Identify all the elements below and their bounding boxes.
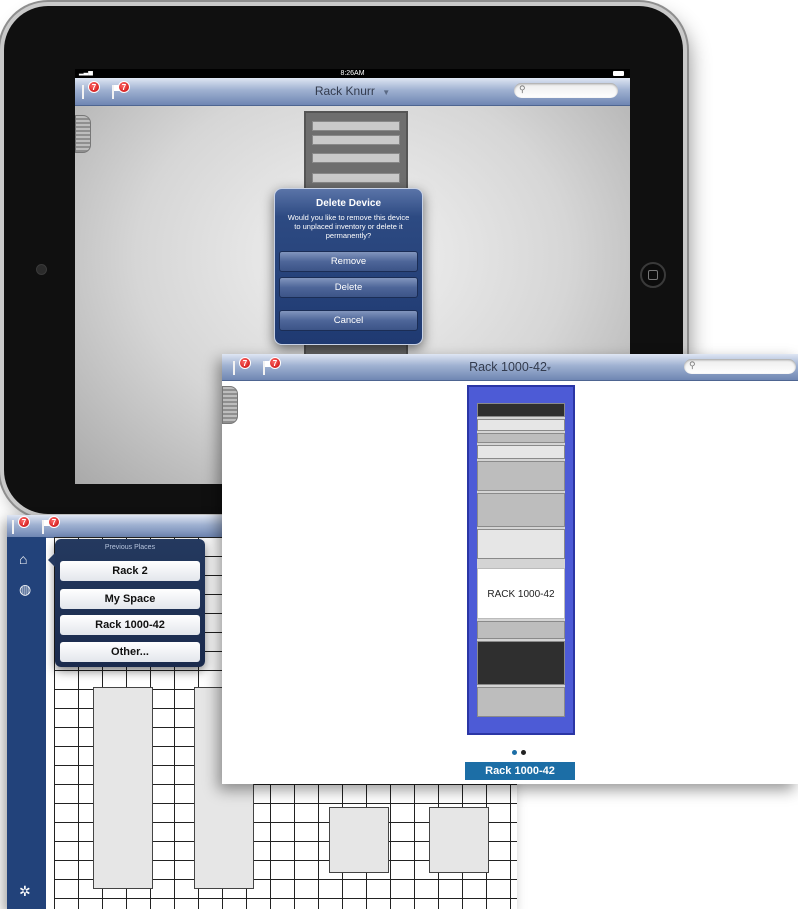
page-title: Rack Knurr xyxy=(314,84,375,98)
place-item-rack-2[interactable]: Rack 2 xyxy=(60,561,200,581)
place-item-rack-1000-42[interactable]: Rack 1000-42 xyxy=(60,615,200,635)
status-time: 8:26AM xyxy=(340,70,365,77)
status-bar: ▂▃▅ 8:26AM xyxy=(75,69,630,78)
previous-places-popover: Previous Places Rack 2 My Space Rack 100… xyxy=(48,539,205,667)
page-title: Rack 1000-42 xyxy=(469,360,547,374)
rack-device[interactable] xyxy=(477,403,565,417)
rack-device[interactable] xyxy=(477,621,565,639)
rack-device[interactable] xyxy=(477,445,565,459)
rack-detail-window: 7 7 Rack 1000-42▾ ⚲ RACK 1000-42 Rack 10… xyxy=(222,354,798,784)
left-sidebar: ⌂ ◍ ✲ xyxy=(7,537,46,909)
search-icon: ⚲ xyxy=(519,84,526,94)
rack-device[interactable] xyxy=(477,493,565,527)
drawer-handle[interactable] xyxy=(75,115,91,153)
remove-button[interactable]: Remove xyxy=(279,251,418,272)
nav-bar: 7 7 Rack 1000-42▾ ⚲ xyxy=(222,354,798,381)
rack-device[interactable] xyxy=(477,419,565,431)
alert-message: Would you like to remove this device to … xyxy=(287,213,410,240)
delete-device-alert: Delete Device Would you like to remove t… xyxy=(274,188,423,345)
search-icon: ⚲ xyxy=(689,360,696,370)
battery-icon xyxy=(613,71,624,76)
home-button[interactable] xyxy=(640,262,666,288)
chevron-down-icon: ▾ xyxy=(546,364,551,373)
nav-bar: 7 7 Rack Knurr ▼ ⚲ xyxy=(75,78,630,106)
notification-badge: 7 xyxy=(48,516,60,528)
rack-device[interactable] xyxy=(477,529,565,559)
rack-illustration[interactable]: RACK 1000-42 xyxy=(467,385,575,735)
rack-device[interactable] xyxy=(477,641,565,685)
page-indicator-dot[interactable] xyxy=(512,750,517,755)
home-icon[interactable]: ⌂ xyxy=(19,551,27,567)
floor-rack-tile[interactable] xyxy=(93,687,153,889)
floor-rack-tile[interactable] xyxy=(329,807,389,873)
floor-rack-tile[interactable] xyxy=(429,807,489,873)
notification-badge: 7 xyxy=(18,516,30,528)
camera-icon xyxy=(36,264,47,275)
place-item-other[interactable]: Other... xyxy=(60,642,200,662)
drawer-handle[interactable] xyxy=(222,386,238,424)
search-input[interactable]: ⚲ xyxy=(684,359,796,374)
flag-button[interactable]: 7 xyxy=(39,516,61,536)
search-input[interactable]: ⚲ xyxy=(514,83,618,98)
page-indicator-dot[interactable] xyxy=(521,750,526,755)
rack-label: RACK 1000-42 xyxy=(477,568,565,619)
popover-title: Previous Places xyxy=(104,544,156,551)
cancel-button[interactable]: Cancel xyxy=(279,310,418,331)
place-item-my-space[interactable]: My Space xyxy=(60,589,200,609)
alert-flag-button[interactable]: 7 xyxy=(9,516,31,536)
alert-title: Delete Device xyxy=(315,198,382,209)
flag-icon xyxy=(12,520,14,534)
rack-device[interactable] xyxy=(477,687,565,717)
rack-caption: Rack 1000-42 xyxy=(465,762,575,780)
globe-icon[interactable]: ◍ xyxy=(19,581,31,598)
rack-device[interactable] xyxy=(477,433,565,443)
chevron-down-icon: ▼ xyxy=(382,88,391,97)
gear-icon[interactable]: ✲ xyxy=(19,883,31,900)
rack-device[interactable] xyxy=(477,461,565,491)
delete-button[interactable]: Delete xyxy=(279,277,418,298)
